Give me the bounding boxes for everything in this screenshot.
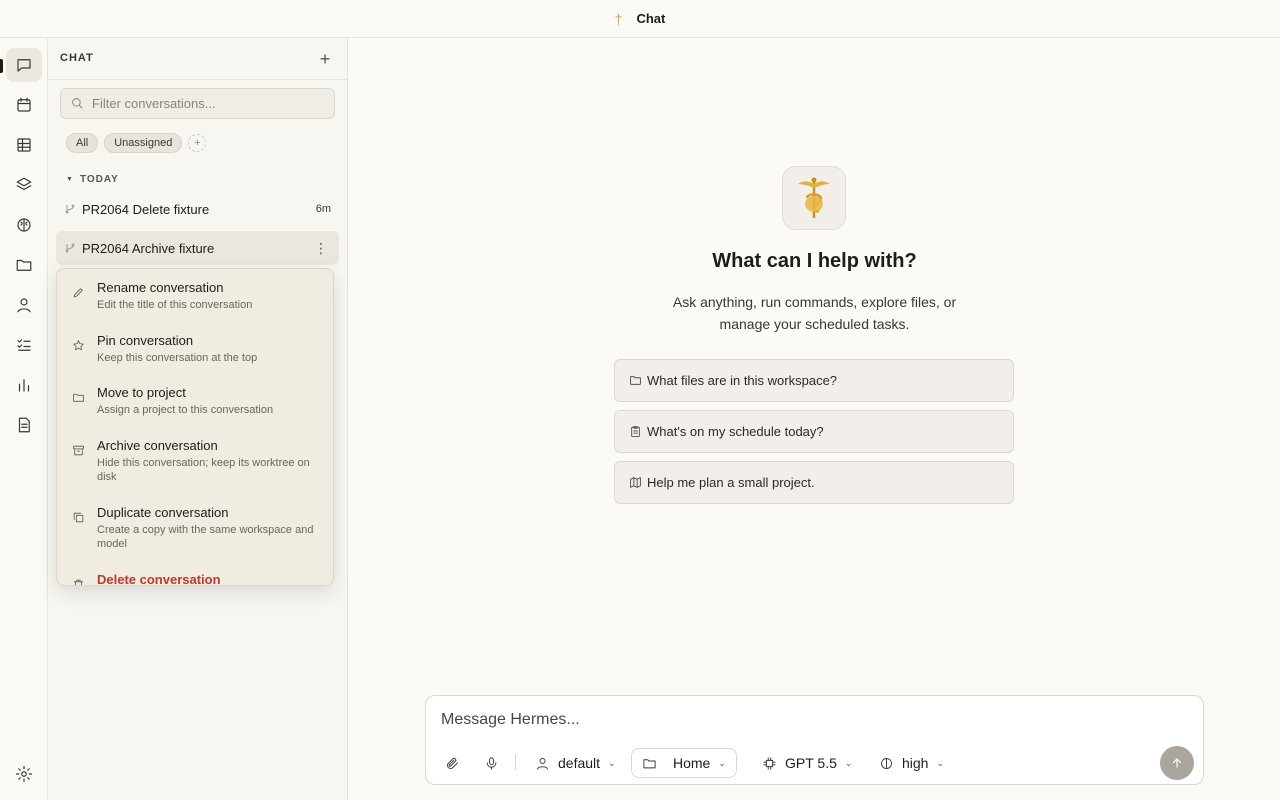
tasks-nav-button[interactable]	[6, 328, 42, 362]
section-label: TODAY	[79, 174, 119, 185]
new-conversation-button[interactable]: +	[314, 48, 336, 70]
tasks-icon	[17, 339, 31, 351]
subtitle-line: manage your scheduled tasks.	[719, 316, 910, 332]
document-icon	[18, 417, 30, 433]
gear-icon	[15, 765, 33, 783]
chevron-down-icon: ⌄	[608, 757, 616, 768]
chat-icon	[17, 59, 31, 72]
conversation-item[interactable]: PR2064 Delete fixture 6m	[56, 192, 339, 226]
chip-all[interactable]: All	[66, 133, 99, 153]
table-nav-button[interactable]	[6, 128, 42, 162]
window-title: Chat	[636, 11, 666, 26]
workspace-selector[interactable]: Home ⌄	[631, 748, 737, 778]
message-input[interactable]	[441, 711, 1141, 729]
table-icon	[17, 138, 31, 152]
search-icon	[72, 98, 83, 109]
folder-icon	[630, 376, 641, 385]
trash-icon	[72, 578, 86, 585]
star-icon	[72, 339, 86, 353]
memory-nav-button[interactable]	[6, 208, 42, 242]
active-indicator	[0, 59, 3, 73]
icon-rail	[0, 38, 48, 800]
chevron-down-icon: ⌄	[936, 757, 945, 768]
chip-icon	[763, 756, 776, 770]
branch-icon	[65, 204, 75, 214]
documents-nav-button[interactable]	[6, 408, 42, 442]
menu-item-move-to-project[interactable]: Move to project Assign a project to this…	[57, 385, 333, 417]
filter-field[interactable]	[60, 88, 335, 119]
voice-input-button[interactable]	[484, 748, 499, 778]
suggestion-files[interactable]: What files are in this workspace?	[614, 359, 1014, 402]
chat-nav-button[interactable]	[6, 48, 42, 82]
paperclip-icon	[447, 757, 458, 769]
menu-item-delete[interactable]: Delete conversation	[57, 572, 333, 585]
sidebar-title: CHAT	[60, 52, 94, 64]
attach-button[interactable]	[445, 748, 460, 778]
caduceus-logo-icon	[798, 177, 830, 218]
folder-icon	[16, 259, 32, 271]
clipboard-icon	[631, 426, 640, 437]
layers-icon	[16, 177, 32, 191]
title-bar: † Chat	[0, 0, 1280, 38]
chip-unassigned[interactable]: Unassigned	[104, 133, 183, 153]
menu-item-rename[interactable]: Rename conversation Edit the title of th…	[57, 280, 333, 312]
main-chat-area: What can I help with? Ask anything, run …	[349, 38, 1280, 800]
menu-item-duplicate[interactable]: Duplicate conversation Create a copy wit…	[57, 505, 333, 551]
sidebar-header: CHAT +	[48, 38, 348, 80]
pencil-icon	[72, 286, 86, 300]
arrow-up-icon	[1172, 758, 1182, 768]
analytics-nav-button[interactable]	[6, 368, 42, 402]
more-options-button[interactable]: ⋮	[314, 240, 328, 257]
filter-input[interactable]	[92, 96, 322, 111]
message-composer: default ⌄ Home ⌄ GPT 5.5 ⌄ high ⌄	[425, 695, 1204, 785]
archive-icon	[72, 444, 86, 458]
profile-nav-button[interactable]	[6, 288, 42, 322]
chevron-down-icon: ⌄	[718, 757, 726, 768]
conversation-title: PR2064 Archive fixture	[82, 240, 215, 256]
chevron-down-icon: ⌄	[844, 757, 853, 768]
bar-chart-icon	[18, 379, 30, 392]
branch-icon	[65, 243, 75, 253]
conversation-item[interactable]: PR2064 Archive fixture ⋮	[56, 231, 339, 265]
model-selector[interactable]: GPT 5.5 ⌄	[762, 748, 852, 778]
suggestion-plan[interactable]: Help me plan a small project.	[614, 461, 1014, 504]
menu-item-archive[interactable]: Archive conversation Hide this conversat…	[57, 438, 333, 484]
files-nav-button[interactable]	[6, 248, 42, 282]
reasoning-selector[interactable]: high ⌄	[879, 748, 944, 778]
profile-selector[interactable]: default ⌄	[535, 748, 616, 778]
copy-icon	[72, 511, 86, 525]
map-icon	[630, 477, 641, 488]
welcome-heading: What can I help with?	[712, 250, 917, 272]
brain-icon	[17, 218, 31, 232]
send-button[interactable]	[1160, 746, 1194, 780]
conversation-time: 6m	[315, 203, 331, 215]
calendar-icon	[17, 97, 31, 112]
brain-icon	[881, 757, 892, 769]
subtitle-line: Ask anything, run commands, explore file…	[672, 294, 957, 310]
section-today-header[interactable]: ▼ TODAY	[66, 174, 119, 185]
filter-chips: All Unassigned +	[66, 133, 207, 153]
person-icon	[537, 757, 548, 770]
add-chip-button[interactable]: +	[188, 134, 207, 152]
folder-icon	[72, 391, 86, 405]
conversation-title: PR2064 Delete fixture	[82, 201, 210, 217]
menu-item-pin[interactable]: Pin conversation Keep this conversation …	[57, 333, 333, 365]
folder-icon	[643, 758, 656, 768]
calendar-nav-button[interactable]	[6, 88, 42, 122]
suggestion-schedule[interactable]: What's on my schedule today?	[614, 410, 1014, 453]
settings-nav-button[interactable]	[6, 757, 42, 791]
layers-nav-button[interactable]	[6, 168, 42, 202]
hermes-staff-icon: †	[614, 10, 623, 27]
conversation-context-menu: Rename conversation Edit the title of th…	[56, 268, 334, 586]
caret-down-icon: ▼	[66, 176, 74, 183]
welcome-subtitle: Ask anything, run commands, explore file…	[349, 291, 1280, 335]
microphone-icon	[486, 756, 497, 770]
person-icon	[17, 298, 31, 313]
divider	[515, 754, 516, 770]
hermes-logo	[782, 166, 846, 230]
